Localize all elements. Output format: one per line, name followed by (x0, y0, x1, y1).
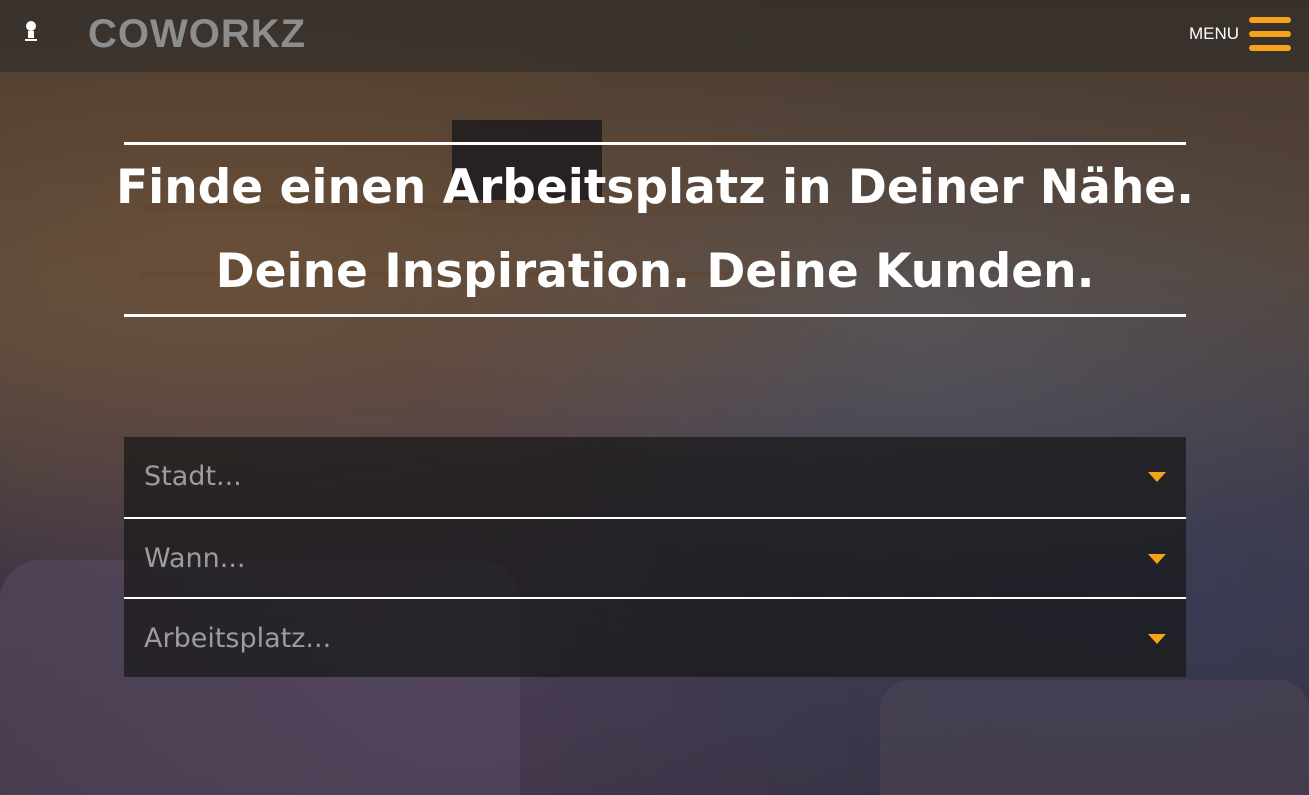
caret-down-icon (1148, 554, 1166, 564)
caret-down-icon (1148, 634, 1166, 644)
hamburger-icon (1249, 15, 1291, 53)
city-select-placeholder: Stadt... (144, 461, 242, 492)
person-icon[interactable] (22, 20, 40, 44)
workspace-select[interactable]: Arbeitsplatz... (124, 597, 1186, 677)
city-select[interactable]: Stadt... (124, 437, 1186, 517)
hero-line-1: Finde einen Arbeitsplatz in Deiner Nähe. (115, 159, 1195, 215)
hero-headline: Finde einen Arbeitsplatz in Deiner Nähe.… (116, 142, 1194, 317)
top-navigation-bar: COWORKZ MENU (0, 0, 1309, 72)
search-form: Stadt... Wann... Arbeitsplatz... (124, 437, 1186, 677)
brand-logo[interactable]: COWORKZ (88, 12, 306, 57)
page: COWORKZ MENU Finde einen Arbeitsplatz in… (0, 0, 1309, 795)
date-select-placeholder: Wann... (144, 543, 246, 574)
menu-label: MENU (1188, 24, 1239, 43)
hero-line-2: Deine Inspiration. Deine Kunden. (215, 243, 1095, 299)
date-select[interactable]: Wann... (124, 517, 1186, 597)
menu-button[interactable]: MENU (1189, 14, 1291, 54)
workspace-select-placeholder: Arbeitsplatz... (144, 623, 332, 654)
caret-down-icon (1148, 472, 1166, 482)
